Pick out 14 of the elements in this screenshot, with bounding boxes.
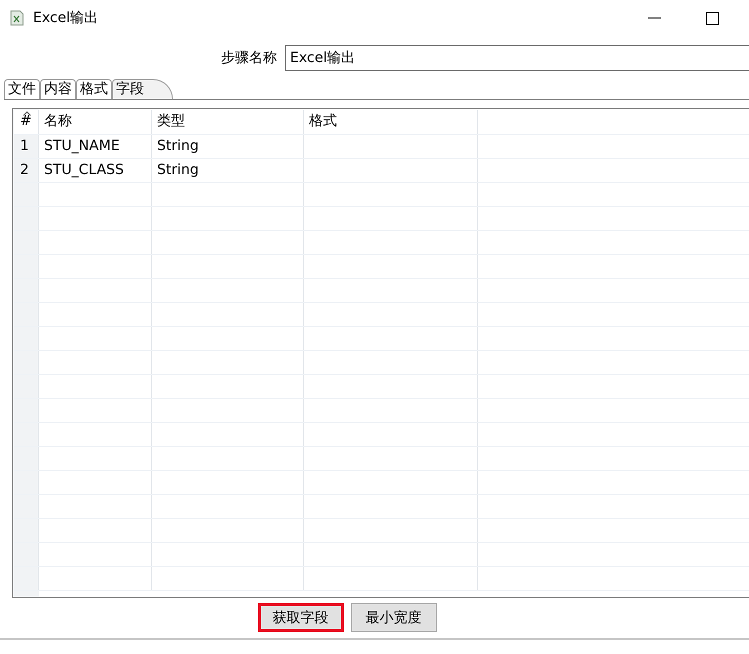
- tab[interactable]: 格式: [76, 79, 112, 99]
- tab[interactable]: 文件: [4, 79, 40, 99]
- step-name-label: 步骤名称: [221, 49, 277, 67]
- maximize-icon[interactable]: [706, 12, 719, 24]
- step-name-field[interactable]: Excel输出: [285, 45, 749, 71]
- minimize-icon[interactable]: [648, 17, 661, 19]
- spreadsheet-icon: [10, 10, 24, 26]
- button[interactable]: 最小宽度: [350, 603, 436, 632]
- window-title: Excel输出: [33, 9, 98, 27]
- column-header[interactable]: #: [14, 110, 39, 134]
- sort-icon: [23, 111, 31, 116]
- tab[interactable]: 字段: [112, 79, 173, 99]
- button[interactable]: 获取字段: [258, 603, 344, 632]
- tab[interactable]: 内容: [40, 79, 76, 99]
